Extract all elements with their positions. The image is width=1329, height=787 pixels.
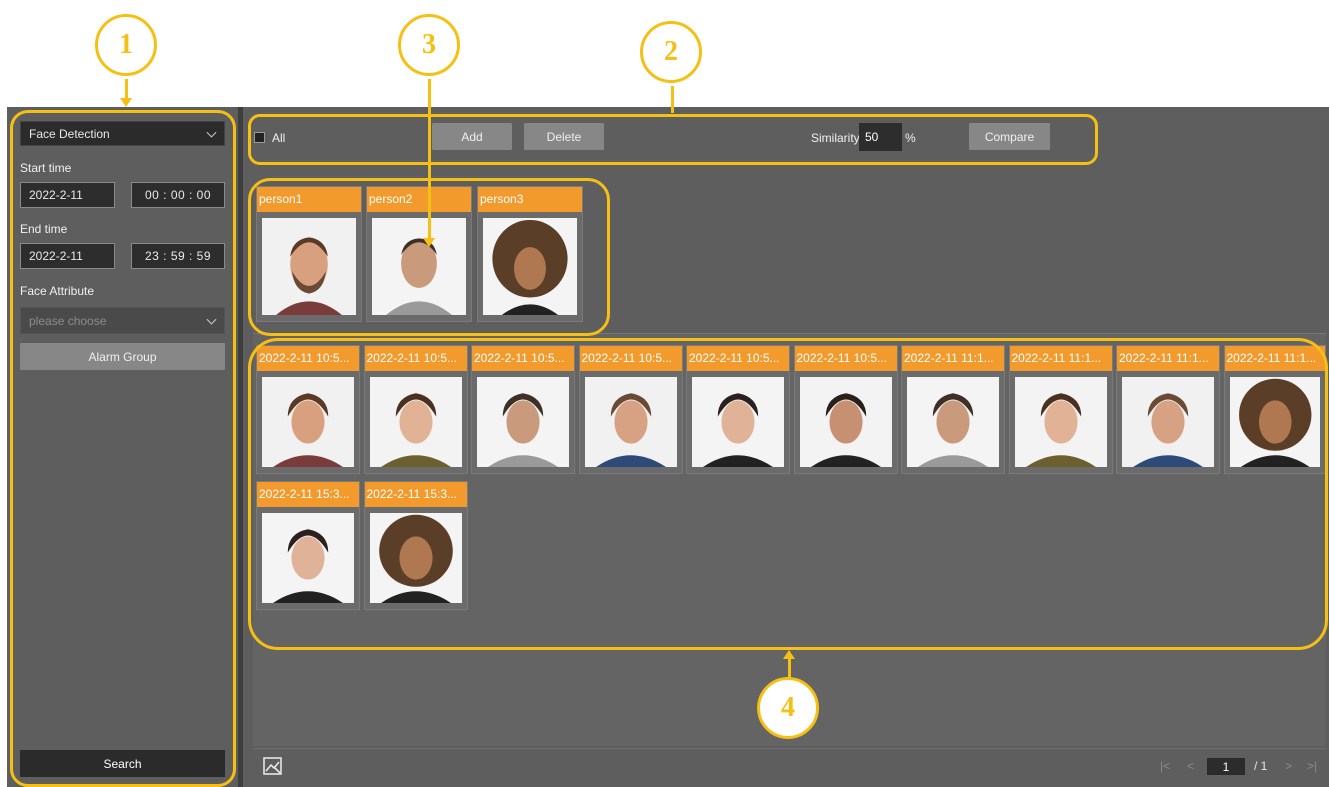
callout-badge-3: 3	[398, 14, 460, 76]
callout-frame-1	[10, 110, 236, 787]
callout-badge-1: 1	[95, 14, 157, 76]
page-number-input[interactable]: 1	[1207, 758, 1245, 775]
callout-arrow-3	[423, 238, 435, 247]
callout-arrow-4	[783, 650, 795, 659]
page-total: / 1	[1254, 759, 1268, 773]
callout-badge-4: 4	[757, 677, 819, 739]
callout-line-4	[788, 658, 791, 679]
callout-line-1	[125, 79, 128, 99]
callout-arrow-1	[120, 98, 132, 107]
callout-line-2	[671, 86, 674, 113]
callout-line-3	[428, 79, 431, 239]
last-page-icon[interactable]: >|	[1307, 759, 1317, 773]
first-page-icon[interactable]: |<	[1160, 759, 1170, 773]
prev-page-icon[interactable]: <	[1187, 759, 1194, 773]
callout-badge-2: 2	[640, 21, 702, 83]
image-export-icon[interactable]	[263, 757, 283, 776]
callout-frame-4	[248, 338, 1328, 650]
next-page-icon[interactable]: >	[1285, 759, 1292, 773]
callout-frame-2	[248, 114, 1098, 165]
